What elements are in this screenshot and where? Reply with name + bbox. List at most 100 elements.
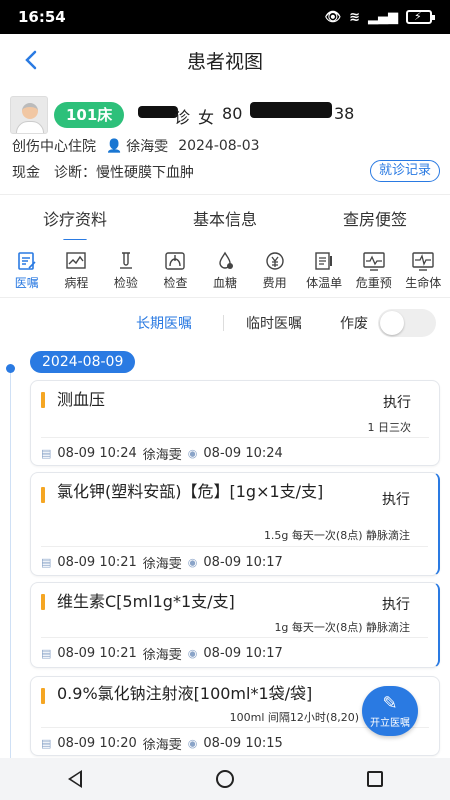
avatar — [10, 96, 48, 134]
icon-tab-exam[interactable]: 检查 — [151, 240, 201, 297]
icon-tab-label: 医嘱 — [14, 276, 39, 290]
icon-tab-label: 检验 — [113, 276, 138, 290]
nav-bar: 患者视图 — [0, 34, 450, 86]
patient-info-row: 诊 女 80 — [148, 104, 242, 128]
icon-tab-critical-warning[interactable]: 危重预 — [349, 240, 399, 297]
order-created: 08-09 10:24 — [57, 446, 137, 461]
back-button[interactable] — [18, 46, 46, 74]
icon-tab-course[interactable]: 病程 — [52, 240, 102, 297]
eye-icon: 👁 — [324, 9, 342, 25]
new-order-label: 开立医嘱 — [370, 717, 410, 729]
icon-tab-label: 体温单 — [306, 276, 343, 290]
discarded-label: 作废 — [340, 316, 368, 332]
icon-tab-label: 检查 — [163, 276, 188, 290]
payment-type: 现金 — [12, 165, 40, 181]
tab-rounds-notes[interactable]: 查房便签 — [333, 200, 417, 236]
order-meta: ▤ 08-09 10:20 徐海雯 ◉ 08-09 10:15 — [41, 734, 283, 753]
calendar-icon: ▤ — [41, 647, 52, 660]
order-marker — [41, 487, 45, 503]
course-chart-icon — [66, 252, 87, 269]
patient-name: 诊 — [174, 108, 191, 127]
page-title: 患者视图 — [186, 50, 263, 73]
lungs-icon — [165, 252, 186, 270]
order-created: 08-09 10:21 — [57, 555, 137, 570]
patient-header: 101床 诊 女 80 38 创伤中心住院 👤 徐海雯 2024-08-03 现… — [0, 86, 450, 194]
order-name: 0.9%氯化钠注射液[100ml*1袋/袋] — [57, 684, 313, 703]
icon-tab-fees[interactable]: 费用 — [250, 240, 300, 297]
icon-tab-blood-glucose[interactable]: 血糖 — [200, 240, 250, 297]
temperature-sheet-icon — [315, 252, 333, 270]
order-creator: 徐海雯 — [142, 648, 182, 663]
recents-square-icon — [367, 771, 383, 787]
system-navigation-bar — [0, 758, 450, 800]
order-card[interactable]: 维生素C[5ml1g*1支/支] 执行 1g 每天一次(8点) 静脉滴注 ▤ 0… — [30, 582, 440, 668]
icon-tab-label: 危重预 — [355, 276, 392, 290]
order-meta: ▤ 08-09 10:21 徐海雯 ◉ 08-09 10:17 — [41, 644, 283, 663]
vital-signs-icon — [412, 252, 434, 271]
order-creator: 徐海雯 — [142, 738, 182, 753]
critical-monitor-icon — [363, 252, 385, 271]
order-meta: ▤ 08-09 10:21 徐海雯 ◉ 08-09 10:17 — [41, 553, 283, 572]
calendar-icon: ▤ — [41, 737, 52, 750]
order-creator: 徐海雯 — [142, 557, 182, 572]
order-marker — [41, 688, 45, 704]
order-status: 执行 — [382, 597, 410, 613]
chevron-left-icon — [25, 50, 37, 70]
main-tabs: 诊疗资料 基本信息 查房便签 — [0, 194, 450, 242]
order-executed: 08-09 10:15 — [203, 736, 283, 751]
icon-tab-label: 费用 — [262, 276, 287, 290]
department: 创伤中心住院 — [12, 139, 96, 155]
bed-badge: 101床 — [54, 102, 125, 128]
patient-id-suffix: 38 — [334, 104, 355, 123]
order-meta: ▤ 08-09 10:24 徐海雯 ◉ 08-09 10:24 — [41, 444, 283, 463]
tab-clinical-data[interactable]: 诊疗资料 — [33, 200, 117, 242]
divider — [41, 437, 429, 438]
icon-tab-vital-signs[interactable]: 生命体 — [399, 240, 449, 297]
timeline-dot — [6, 364, 15, 373]
order-name: 氯化钾(塑料安瓿)【危】[1g×1支/支] — [57, 482, 324, 501]
tab-long-term-orders[interactable]: 长期医嘱 — [136, 313, 192, 333]
wifi-icon: ≋ — [349, 9, 360, 25]
order-status: 执行 — [382, 492, 410, 508]
test-tube-icon — [119, 252, 132, 269]
icon-tab-lab[interactable]: 检验 — [101, 240, 151, 297]
order-name: 测血压 — [57, 390, 106, 409]
visit-record-button[interactable]: 就诊记录 — [369, 160, 440, 182]
order-executed: 08-09 10:17 — [203, 646, 283, 661]
icon-tab-label: 血糖 — [213, 276, 238, 290]
status-icons: 👁 ≋ ▂▄▆ ⚡ — [324, 9, 435, 25]
yuan-icon — [265, 252, 284, 270]
admit-date: 2024-08-03 — [178, 138, 260, 154]
system-back-button[interactable] — [55, 764, 95, 794]
execute-icon: ◉ — [187, 737, 198, 750]
order-created: 08-09 10:20 — [57, 736, 137, 751]
discarded-toggle[interactable] — [378, 309, 436, 337]
order-marker — [41, 392, 45, 408]
order-type-tabs: 长期医嘱 临时医嘱 作废 — [0, 298, 450, 348]
home-circle-icon — [216, 770, 234, 788]
system-home-button[interactable] — [205, 764, 245, 794]
patient-diagnosis-row: 现金 诊断：慢性硬膜下血肿 — [12, 162, 194, 182]
blood-drop-icon — [219, 251, 234, 269]
battery-icon: ⚡ — [406, 10, 435, 24]
divider — [41, 546, 428, 547]
icon-tab-orders[interactable]: 医嘱 — [2, 240, 52, 297]
order-card[interactable]: 测血压 执行 1 日三次 ▤ 08-09 10:24 徐海雯 ◉ 08-09 1… — [30, 380, 440, 466]
order-card[interactable]: 氯化钾(塑料安瓿)【危】[1g×1支/支] 执行 1.5g 每天一次(8点) 静… — [30, 472, 440, 576]
tab-temporary-orders[interactable]: 临时医嘱 — [246, 313, 302, 333]
toggle-knob — [380, 311, 404, 335]
doctor-icon: 👤 — [106, 138, 123, 154]
patient-gender: 女 — [198, 108, 215, 127]
patient-admission-row: 创伤中心住院 👤 徐海雯 2024-08-03 — [12, 136, 260, 156]
order-creator: 徐海雯 — [142, 448, 182, 463]
order-executed: 08-09 10:24 — [203, 446, 283, 461]
order-dose: 1g 每天一次(8点) 静脉滴注 — [274, 621, 410, 634]
timeline-date: 2024-08-09 — [30, 351, 136, 373]
icon-tab-temperature[interactable]: 体温单 — [299, 240, 349, 297]
new-order-button[interactable]: ✎ 开立医嘱 — [362, 686, 418, 736]
diagnosis-label: 诊断： — [54, 165, 96, 181]
system-recents-button[interactable] — [355, 764, 395, 794]
tab-basic-info[interactable]: 基本信息 — [183, 200, 267, 236]
icon-tab-label: 病程 — [64, 276, 89, 290]
order-name: 维生素C[5ml1g*1支/支] — [57, 592, 235, 611]
